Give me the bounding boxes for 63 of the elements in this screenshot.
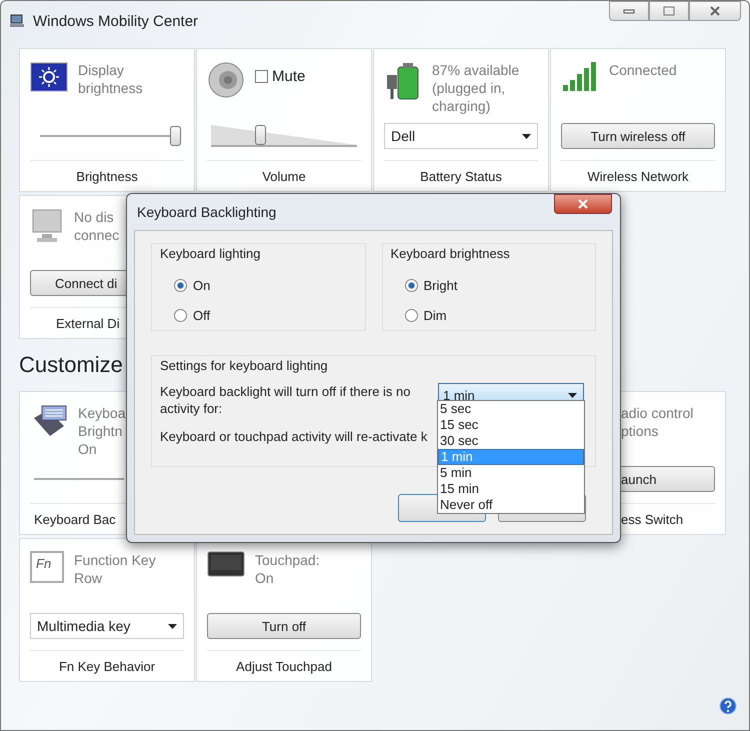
minimize-button[interactable] xyxy=(609,1,649,21)
tile-title: Brightness xyxy=(30,160,184,191)
window-title: Windows Mobility Center xyxy=(33,12,198,30)
mute-checkbox[interactable] xyxy=(255,70,268,83)
tile-title: Fn Key Behavior xyxy=(30,650,184,681)
group-title: Keyboard lighting xyxy=(160,246,260,261)
radio-button[interactable] xyxy=(174,308,187,322)
dropdown[interactable]: Dell xyxy=(384,123,538,149)
tile-title: Wireless Network xyxy=(561,160,715,191)
caret-icon xyxy=(522,134,531,138)
dropdown-option[interactable]: 5 min xyxy=(438,465,584,481)
radio-label[interactable]: On xyxy=(193,278,210,294)
mute-label[interactable]: Mute xyxy=(272,68,306,85)
touchpad-icon xyxy=(207,551,245,577)
display-icon xyxy=(30,61,68,93)
radio-label[interactable]: Off xyxy=(193,308,210,323)
status-text: Display brightness xyxy=(78,61,143,97)
status-text: Keyboa Brightn On xyxy=(78,404,126,458)
close-button[interactable] xyxy=(554,194,612,214)
monitor-icon xyxy=(30,208,64,244)
tile-button[interactable]: Turn wireless off xyxy=(561,123,715,149)
dropdown-option[interactable]: 15 min xyxy=(438,481,584,497)
status-text: Function Key Row xyxy=(74,551,156,587)
status-text: 87% available (plugged in, charging) xyxy=(432,61,520,115)
radio-label[interactable]: Bright xyxy=(424,278,458,294)
dropdown[interactable]: Multimedia key xyxy=(30,613,184,639)
status-text: Connected xyxy=(609,61,677,79)
dropdown-option[interactable]: 15 sec xyxy=(438,417,584,433)
maximize-icon xyxy=(663,6,675,16)
radio-button[interactable] xyxy=(404,279,418,292)
tile-button[interactable]: Turn off xyxy=(207,613,361,639)
maximize-button[interactable] xyxy=(649,1,689,21)
prompt-text: Keyboard backlight will turn off if there is no activity for: xyxy=(160,383,412,417)
slider-thumb[interactable] xyxy=(254,125,266,145)
caret-icon xyxy=(568,392,577,398)
tile-title: Adjust Touchpad xyxy=(207,650,361,681)
group-title: Keyboard brightness xyxy=(390,246,510,261)
radio-label[interactable]: Dim xyxy=(424,308,447,323)
group-title: Settings for keyboard lighting xyxy=(160,358,328,373)
dropdown-option[interactable]: 30 sec xyxy=(438,433,584,449)
radio-button[interactable] xyxy=(404,308,418,322)
caret-icon xyxy=(168,624,177,628)
laptop-icon xyxy=(9,13,25,29)
tile-title: Volume xyxy=(207,160,361,191)
radio-button[interactable] xyxy=(174,279,187,292)
slider-thumb[interactable] xyxy=(170,126,181,146)
dialog-title: Keyboard Backlighting xyxy=(137,204,276,220)
section-heading: Customize xyxy=(19,351,123,379)
fn-key-icon: Fn xyxy=(30,551,64,583)
close-button[interactable] xyxy=(689,1,741,21)
dropdown-option[interactable]: Never off xyxy=(438,497,584,513)
note-text: Keyboard or touchpad activity will re-activate k xyxy=(160,429,428,444)
status-text: No dis connec xyxy=(74,208,120,244)
speaker-icon xyxy=(207,61,245,99)
status-text: Touchpad: On xyxy=(255,551,320,587)
status-text: adio control ptions xyxy=(621,404,694,440)
close-icon xyxy=(709,6,721,16)
close-icon xyxy=(577,199,589,209)
tile-title: Battery Status xyxy=(384,160,538,191)
signal-bars-icon xyxy=(561,61,599,93)
tile-button[interactable]: aunch xyxy=(621,466,715,492)
minimize-icon xyxy=(623,7,635,15)
help-icon[interactable] xyxy=(719,697,737,715)
